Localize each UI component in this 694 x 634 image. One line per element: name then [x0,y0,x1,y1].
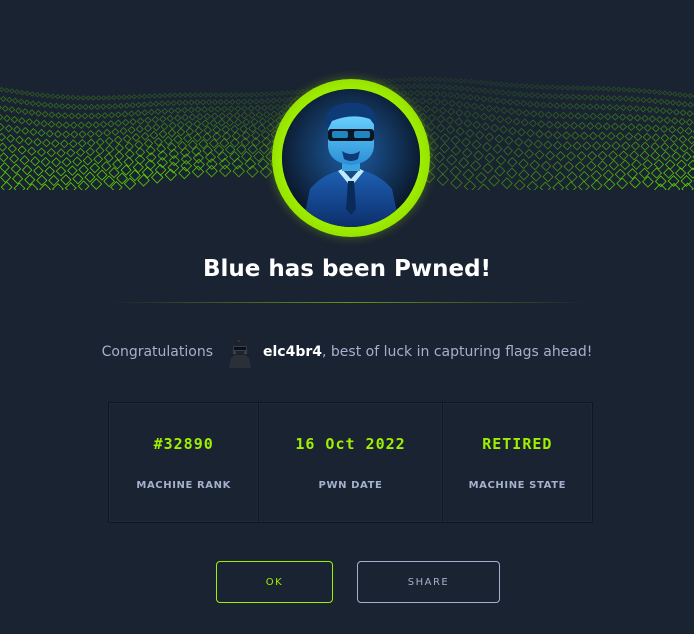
hacker-avatar-icon [225,336,255,368]
share-button[interactable]: SHARE [357,561,500,603]
machine-avatar [272,79,430,237]
congrats-suffix: , best of luck in capturing flags ahead! [322,344,593,360]
stat-pwn-date: 16 Oct 2022 PWN DATE [259,403,443,522]
page-title: Blue has been Pwned! [202,256,492,282]
machine-rank-label: MACHINE RANK [136,480,231,491]
congratulations-message: Congratulations elc4br4 , best of luck i… [0,336,694,368]
blue-agent-avatar-icon [282,89,420,227]
stat-machine-rank: #32890 MACHINE RANK [109,403,260,522]
username: elc4br4 [263,344,323,360]
machine-state-label: MACHINE STATE [468,480,567,491]
congrats-prefix: Congratulations [101,344,213,360]
stat-machine-state: RETIRED MACHINE STATE [443,403,592,522]
pwn-date-value: 16 Oct 2022 [295,435,406,453]
machine-rank-value: #32890 [153,435,214,453]
ok-button[interactable]: OK [216,561,333,603]
pwn-date-label: PWN DATE [318,480,383,491]
title-divider [110,302,590,303]
stats-panel: #32890 MACHINE RANK 16 Oct 2022 PWN DATE… [108,402,593,523]
machine-state-value: RETIRED [482,435,553,453]
